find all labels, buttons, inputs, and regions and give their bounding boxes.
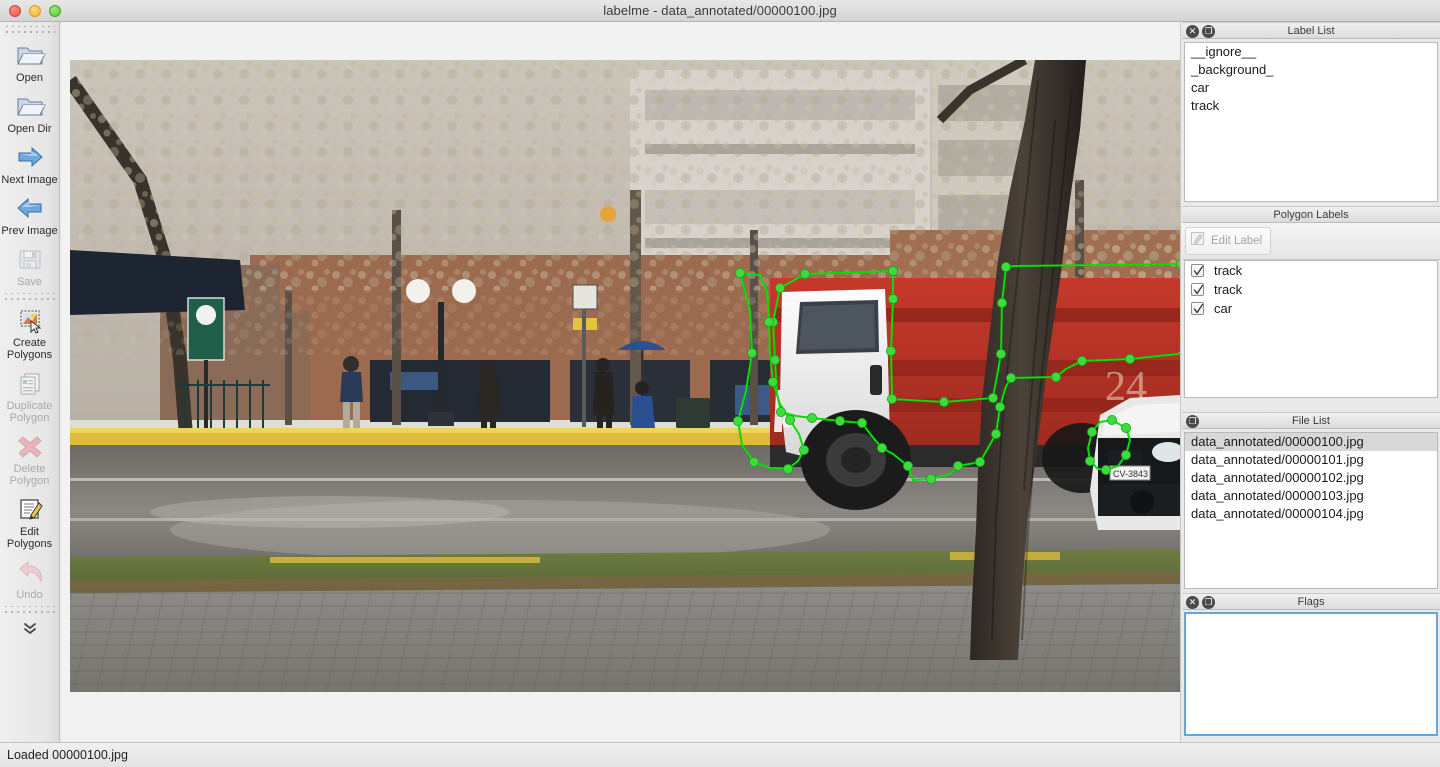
edit-pencil-icon — [14, 494, 46, 524]
polygon-label-text: car — [1214, 301, 1232, 316]
toolbar-item-duplicate-polygon[interactable]: Duplicate Polygon — [0, 365, 59, 428]
file-list-item[interactable]: data_annotated/00000100.jpg — [1185, 433, 1437, 451]
float-icon[interactable]: ❐ — [1186, 415, 1199, 428]
edit-label-button-text: Edit Label — [1211, 235, 1262, 247]
flags-title-bar: ✕ ❐ Flags — [1182, 593, 1440, 610]
undo-arrow-icon — [14, 557, 46, 587]
toolbar-item-next-image[interactable]: Next Image — [0, 139, 59, 190]
open-dir-folder-icon — [14, 91, 46, 121]
file-list-item[interactable]: data_annotated/00000103.jpg — [1185, 487, 1437, 505]
toolbar-separator-2 — [3, 606, 56, 614]
delete-cross-icon — [14, 431, 46, 461]
labelme-window: labelme - data_annotated/00000100.jpg Op… — [0, 0, 1440, 767]
flags-dock-buttons: ✕ ❐ — [1186, 596, 1215, 609]
file-list-body[interactable]: data_annotated/00000100.jpg data_annotat… — [1184, 432, 1438, 589]
toolbar-label-open-dir: Open Dir — [7, 123, 51, 135]
toolbar-label-undo: Undo — [16, 589, 42, 601]
toolbar-item-open[interactable]: Open — [0, 37, 59, 88]
image-canvas-area[interactable]: 24 — [61, 22, 1181, 742]
toolbar-drag-handle[interactable] — [4, 26, 55, 35]
toolbar-item-open-dir[interactable]: Open Dir — [0, 88, 59, 139]
label-list-item[interactable]: track — [1185, 97, 1437, 115]
label-list-title-bar: ✕ ❐ Label List — [1182, 22, 1440, 39]
polygon-label-row[interactable]: track — [1185, 261, 1437, 280]
minimize-button[interactable] — [29, 5, 41, 17]
polygon-labels-dock: Polygon Labels Edit Label track — [1182, 206, 1440, 412]
toolbar-label-delete-polygon: Delete Polygon — [10, 463, 50, 487]
toolbar-label-next-image: Next Image — [1, 174, 57, 186]
edit-label-button[interactable]: Edit Label — [1185, 227, 1271, 255]
floppy-disk-icon — [14, 244, 46, 274]
toolbar-label-open: Open — [16, 72, 43, 84]
toolbar-label-create-polygons: Create Polygons — [7, 337, 52, 361]
label-list-item[interactable]: __ignore__ — [1185, 43, 1437, 61]
title-bar: labelme - data_annotated/00000100.jpg — [0, 0, 1440, 22]
photo-svg: 24 — [70, 60, 1181, 692]
edit-label-pencil-icon — [1190, 231, 1205, 251]
file-list-item[interactable]: data_annotated/00000101.jpg — [1185, 451, 1437, 469]
label-list-body[interactable]: __ignore__ _background_ car track — [1184, 42, 1438, 202]
create-polygon-icon — [14, 305, 46, 335]
toolbar-label-edit-polygons: Edit Polygons — [7, 526, 52, 550]
open-folder-icon — [14, 40, 46, 70]
polygon-labels-title-bar: Polygon Labels — [1182, 206, 1440, 223]
toolbar-separator — [3, 293, 56, 301]
toolbar-label-duplicate-polygon: Duplicate Polygon — [7, 400, 53, 424]
checkbox-checked-icon[interactable] — [1191, 264, 1204, 277]
close-icon[interactable]: ✕ — [1186, 596, 1199, 609]
file-list-dock: ❐ File List data_annotated/00000100.jpg … — [1182, 412, 1440, 593]
duplicate-icon — [14, 368, 46, 398]
float-icon[interactable]: ❐ — [1202, 596, 1215, 609]
toolbar-item-undo[interactable]: Undo — [0, 554, 59, 605]
traffic-light-buttons — [9, 5, 61, 17]
status-bar: Loaded 00000100.jpg — [0, 742, 1440, 767]
flags-dock: ✕ ❐ Flags — [1182, 593, 1440, 742]
checkbox-checked-icon[interactable] — [1191, 302, 1204, 315]
toolbar-label-save: Save — [17, 276, 42, 288]
toolbar-item-prev-image[interactable]: Prev Image — [0, 190, 59, 241]
close-button[interactable] — [9, 5, 21, 17]
toolbar-label-prev-image: Prev Image — [1, 225, 57, 237]
close-icon[interactable]: ✕ — [1186, 25, 1199, 38]
label-list-item[interactable]: car — [1185, 79, 1437, 97]
polygon-label-text: track — [1214, 263, 1242, 278]
float-icon[interactable]: ❐ — [1202, 25, 1215, 38]
polygon-label-row[interactable]: car — [1185, 299, 1437, 318]
polygon-label-text: track — [1214, 282, 1242, 297]
zoom-button[interactable] — [49, 5, 61, 17]
arrow-right-icon — [14, 142, 46, 172]
file-list-item[interactable]: data_annotated/00000102.jpg — [1185, 469, 1437, 487]
toolbar-item-save[interactable]: Save — [0, 241, 59, 292]
polygon-labels-body[interactable]: track track car — [1184, 260, 1438, 398]
left-toolbar: Open Open Dir Next Image — [0, 22, 60, 742]
checkbox-checked-icon[interactable] — [1191, 283, 1204, 296]
file-list-item[interactable]: data_annotated/00000104.jpg — [1185, 505, 1437, 523]
label-list-dock-buttons: ✕ ❐ — [1186, 25, 1215, 38]
chevron-double-down-icon[interactable] — [0, 615, 59, 641]
toolbar-item-delete-polygon[interactable]: Delete Polygon — [0, 428, 59, 491]
file-list-title: File List — [1292, 415, 1330, 427]
flags-body[interactable] — [1184, 612, 1438, 736]
svg-text:CV-3843: CV-3843 — [1113, 469, 1148, 479]
polygon-labels-title: Polygon Labels — [1273, 209, 1348, 221]
annotated-photo[interactable]: 24 — [70, 60, 1181, 692]
label-list-title: Label List — [1287, 25, 1334, 37]
arrow-left-icon — [14, 193, 46, 223]
file-list-title-bar: ❐ File List — [1182, 412, 1440, 429]
flags-title: Flags — [1298, 596, 1325, 608]
file-list-dock-buttons: ❐ — [1186, 415, 1199, 428]
label-list-dock: ✕ ❐ Label List __ignore__ _background_ c… — [1182, 22, 1440, 206]
toolbar-item-create-polygons[interactable]: Create Polygons — [0, 302, 59, 365]
polygon-label-row[interactable]: track — [1185, 280, 1437, 299]
toolbar-item-edit-polygons[interactable]: Edit Polygons — [0, 491, 59, 554]
window-title: labelme - data_annotated/00000100.jpg — [0, 3, 1440, 18]
status-message: Loaded 00000100.jpg — [7, 748, 128, 762]
label-list-item[interactable]: _background_ — [1185, 61, 1437, 79]
polygon-labels-toolbar: Edit Label — [1182, 223, 1440, 260]
